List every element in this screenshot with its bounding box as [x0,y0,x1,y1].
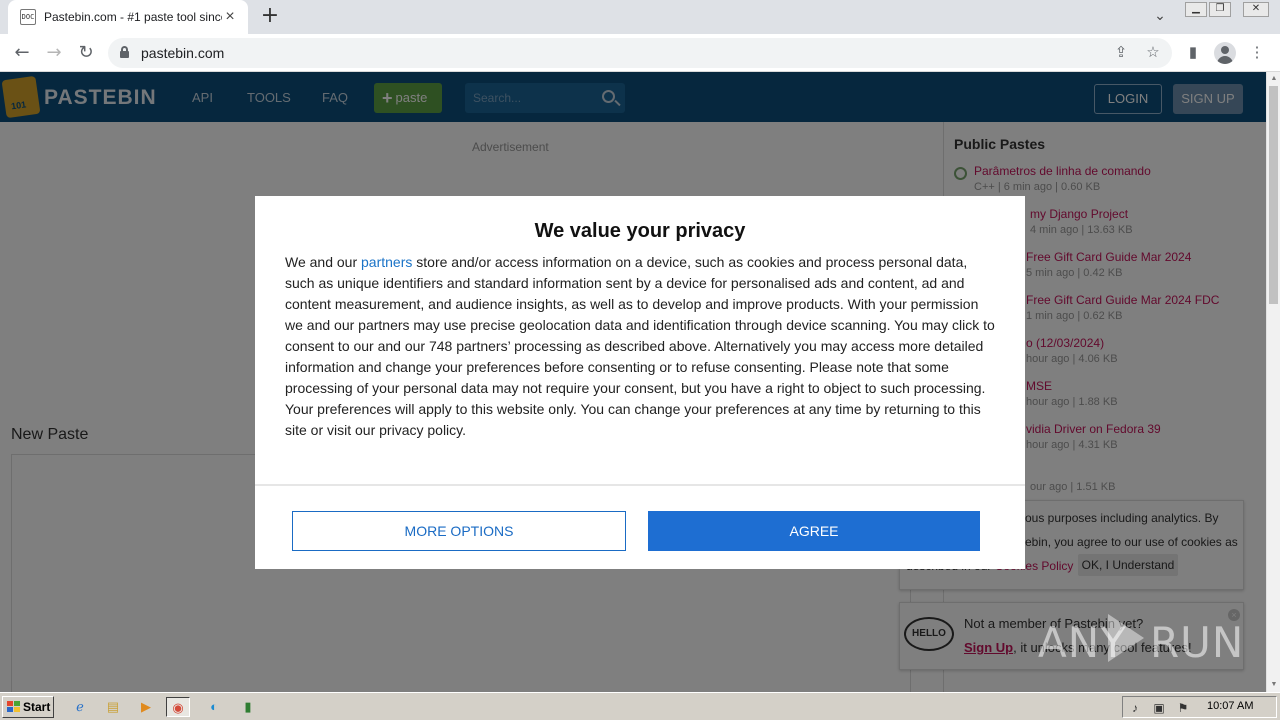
tab-title: Pastebin.com - #1 paste tool since 2002! [44,10,222,24]
media-player-icon[interactable]: ▶ [134,697,158,717]
network-icon[interactable]: ▣ [1151,700,1167,716]
watermark-text: RUN [1150,618,1245,667]
new-tab-icon[interactable]: + [258,5,282,29]
consent-body: We and our partners store and/or access … [285,252,1000,441]
internet-explorer-icon[interactable]: ℯ [68,697,92,717]
chrome-icon[interactable]: ◉ [166,697,190,717]
consent-text: We and our [285,254,362,270]
bookmark-star-icon[interactable]: ☆ [1144,44,1162,62]
system-tray: ♪ ▣ ⚑ 10:07 AM [1122,696,1277,718]
scroll-up-icon[interactable]: ▲ [1267,72,1280,86]
privacy-consent-dialog: We value your privacy We and our partner… [255,196,1025,569]
browser-tab[interactable]: DOC Pastebin.com - #1 paste tool since 2… [8,0,248,34]
consent-title: We value your privacy [534,220,746,242]
scroll-thumb[interactable] [1269,86,1278,304]
file-explorer-icon[interactable]: ▤ [101,697,125,717]
url-text[interactable]: pastebin.com [141,45,224,61]
terminal-icon[interactable]: ▮ [236,697,260,717]
pastebin-favicon-icon: DOC [20,9,36,25]
tab-close-icon[interactable]: × [222,9,238,25]
windows-flag-icon [7,701,20,713]
taskbar: Start ℯ ▤ ▶ ◉ ◐ ▮ ♪ ▣ ⚑ 10:07 AM [0,692,1280,720]
window-close-icon[interactable]: ✕ [1243,2,1269,17]
restore-icon[interactable]: ❐ [1209,2,1231,17]
modal-divider [255,484,1025,486]
tab-search-chevron-icon[interactable]: ⌄ [1150,7,1170,27]
lock-icon [120,46,129,58]
address-bar[interactable]: pastebin.com ⇪ ☆ [108,38,1172,68]
partners-link[interactable]: partners [361,254,412,270]
profile-avatar-icon[interactable] [1214,42,1236,64]
flag-icon[interactable]: ⚑ [1175,700,1191,716]
scroll-down-icon[interactable]: ▼ [1267,678,1280,692]
forward-arrow-icon[interactable]: → [42,41,66,65]
share-icon[interactable]: ⇪ [1112,44,1130,62]
consent-text: store and/or access information on a dev… [285,254,995,438]
browser-tabstrip: DOC Pastebin.com - #1 paste tool since 2… [0,0,1280,34]
play-icon [1108,614,1144,662]
edge-icon[interactable]: ◐ [202,697,226,717]
minimize-icon[interactable]: ▁ [1185,2,1207,17]
back-arrow-icon[interactable]: ← [10,41,34,65]
clock: 10:07 AM [1207,700,1254,712]
anyrun-watermark: ANY RUN [1038,610,1243,667]
more-options-button[interactable]: MORE OPTIONS [292,511,626,551]
browser-toolbar: ← → ↻ pastebin.com ⇪ ☆ ▮ ⋮ [0,34,1280,72]
agree-button[interactable]: AGREE [648,511,980,551]
side-panel-icon[interactable]: ▮ [1182,42,1204,64]
volume-icon[interactable]: ♪ [1127,700,1143,716]
page-scrollbar[interactable]: ▲ ▼ [1266,72,1280,692]
start-label: Start [23,700,51,714]
reload-icon[interactable]: ↻ [74,41,98,65]
start-button[interactable]: Start [2,696,54,718]
kebab-menu-icon[interactable]: ⋮ [1246,42,1268,64]
